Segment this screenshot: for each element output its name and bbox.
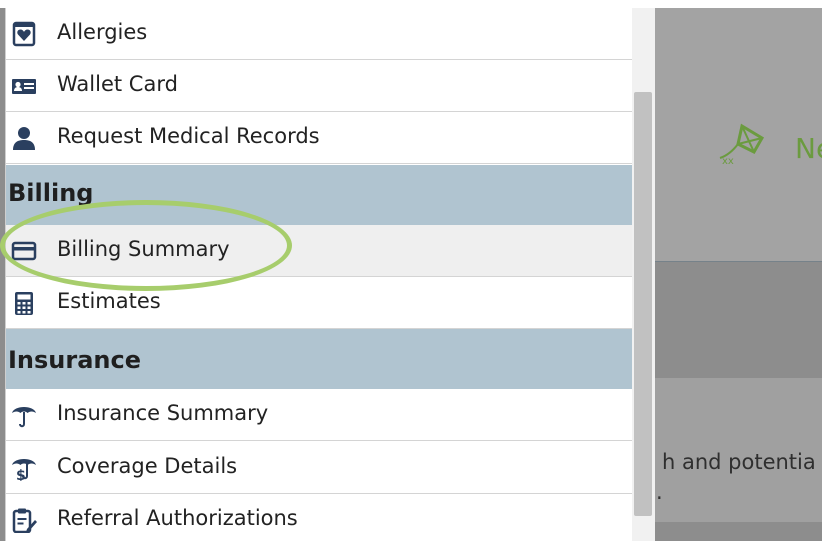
menu-item-label: Coverage Details <box>57 454 238 478</box>
menu-item-label: Insurance Summary <box>57 401 269 425</box>
person-icon <box>13 127 35 150</box>
menu-item-wallet-card[interactable]: Wallet Card <box>6 60 632 112</box>
id-card-icon <box>12 79 36 94</box>
highlight-ellipse <box>0 200 292 291</box>
menu-item-label: Estimates <box>57 289 161 313</box>
background-page-title: Ne <box>795 132 822 165</box>
kite-logo-icon: xx <box>719 123 765 167</box>
calculator-icon <box>15 292 33 315</box>
window-bottom-edge <box>0 541 822 546</box>
menu-item-label: Referral Authorizations <box>57 506 298 530</box>
section-header-insurance: Insurance <box>6 329 632 389</box>
heart-folder-icon <box>12 21 36 47</box>
menu-item-referral-authorizations[interactable]: Referral Authorizations <box>6 494 632 541</box>
menu-scrollbar-thumb[interactable] <box>634 92 652 516</box>
section-title: Insurance <box>8 346 142 374</box>
menu-item-allergies[interactable]: Allergies <box>6 8 632 60</box>
background-text: . <box>656 480 663 504</box>
window-top-edge <box>0 0 822 8</box>
clipboard-pen-icon <box>12 508 37 533</box>
menu-item-label: Request Medical Records <box>57 124 320 148</box>
menu-item-label: Allergies <box>57 20 148 44</box>
background-text: h and potentia <box>662 450 816 474</box>
menu-item-insurance-summary[interactable]: Insurance Summary <box>6 389 632 441</box>
menu-item-coverage-details[interactable]: $ Coverage Details <box>6 442 632 494</box>
menu-item-label: Wallet Card <box>57 72 178 96</box>
section-title: Billing <box>8 179 94 207</box>
umbrella-icon <box>12 407 36 428</box>
svg-text:xx: xx <box>722 156 734 167</box>
umbrella-dollar-icon: $ <box>12 459 36 481</box>
menu-item-request-medical-records[interactable]: Request Medical Records <box>6 112 632 164</box>
background-divider <box>655 261 822 262</box>
